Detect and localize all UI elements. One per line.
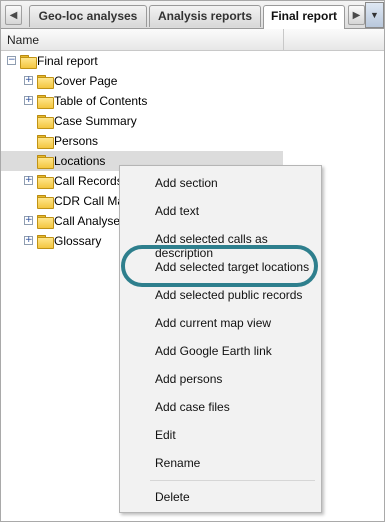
tab-geo-loc-analyses[interactable]: Geo-loc analyses xyxy=(29,5,147,27)
tree-item-label: CDR Call Map xyxy=(54,194,119,208)
tree-item-label: Persons xyxy=(54,134,99,148)
expand-icon[interactable]: + xyxy=(24,236,33,245)
folder-icon xyxy=(37,235,54,249)
tree-item-glossary[interactable]: + Glossary xyxy=(1,231,119,251)
tree-item-table-of-contents[interactable]: + Table of Contents xyxy=(1,91,283,111)
menu-item-label: Add text xyxy=(155,204,200,218)
menu-item-label: Rename xyxy=(155,456,201,470)
context-menu: Add section Add text Add selected calls … xyxy=(119,165,322,513)
tree-item-cdr-call-map[interactable]: CDR Call Map xyxy=(1,191,119,211)
tree-item-call-records[interactable]: + Call Records xyxy=(1,171,123,191)
tree-root[interactable]: − Final report xyxy=(1,51,283,71)
folder-icon xyxy=(37,95,54,109)
tree-item-persons[interactable]: Persons xyxy=(1,131,283,151)
folder-icon xyxy=(37,215,54,229)
folder-icon xyxy=(37,175,54,189)
tree-item-call-analyses[interactable]: + Call Analyses xyxy=(1,211,119,231)
highlight-annotation xyxy=(121,245,318,287)
menu-item-add-current-map-view[interactable]: Add current map view xyxy=(120,308,321,336)
menu-item-label: Add case files xyxy=(155,400,230,414)
menu-item-add-case-files[interactable]: Add case files xyxy=(120,392,321,420)
folder-icon xyxy=(37,115,54,129)
tree-item-label: Table of Contents xyxy=(54,94,148,108)
arrow-left-icon[interactable]: ◀ xyxy=(5,5,22,25)
menu-item-label: Add section xyxy=(155,176,218,190)
menu-item-edit[interactable]: Edit xyxy=(120,420,321,448)
folder-icon xyxy=(37,195,54,209)
tree-item-label: Case Summary xyxy=(54,114,137,128)
tree-item-cover-page[interactable]: + Cover Page xyxy=(1,71,283,91)
column-header[interactable]: Name xyxy=(1,29,384,51)
menu-item-label: Add Google Earth link xyxy=(155,344,272,358)
menu-separator xyxy=(150,480,315,481)
menu-item-label: Add selected public records xyxy=(155,288,303,302)
expand-icon[interactable]: + xyxy=(24,76,33,85)
menu-item-label: Add current map view xyxy=(155,316,272,330)
collapse-icon[interactable]: − xyxy=(7,56,16,65)
folder-icon xyxy=(37,75,54,89)
tree-item-label: Locations xyxy=(54,154,106,168)
menu-item-add-text[interactable]: Add text xyxy=(120,196,321,224)
tree-item-label: Cover Page xyxy=(54,74,118,88)
tree-item-case-summary[interactable]: Case Summary xyxy=(1,111,283,131)
tree-item-label: Call Analyses xyxy=(54,214,119,228)
tab-analysis-reports[interactable]: Analysis reports xyxy=(149,5,261,27)
folder-icon xyxy=(37,155,54,169)
tab-final-report[interactable]: Final report xyxy=(263,5,345,29)
folder-icon xyxy=(37,135,54,149)
menu-item-label: Add persons xyxy=(155,372,223,386)
folder-icon xyxy=(20,55,37,69)
expand-icon[interactable]: + xyxy=(24,176,33,185)
tree-root-label: Final report xyxy=(37,54,98,68)
tree-item-label: Call Records xyxy=(54,174,123,188)
report-panel: ◀ Geo-loc analyses Analysis reports Fina… xyxy=(0,0,385,522)
chevron-down-icon[interactable]: ▼ xyxy=(365,2,384,28)
menu-item-add-persons[interactable]: Add persons xyxy=(120,364,321,392)
column-divider[interactable] xyxy=(283,29,284,50)
expand-icon[interactable]: + xyxy=(24,96,33,105)
menu-item-delete[interactable]: Delete xyxy=(120,482,321,510)
expand-icon[interactable]: + xyxy=(24,216,33,225)
tree-item-label: Glossary xyxy=(54,234,102,248)
menu-item-label: Delete xyxy=(155,490,190,504)
menu-item-add-google-earth-link[interactable]: Add Google Earth link xyxy=(120,336,321,364)
menu-item-add-section[interactable]: Add section xyxy=(120,168,321,196)
menu-item-label: Edit xyxy=(155,428,176,442)
arrow-right-icon[interactable]: ▶ xyxy=(348,5,365,25)
menu-item-rename[interactable]: Rename xyxy=(120,448,321,476)
column-header-name: Name xyxy=(7,33,40,47)
tab-strip: ◀ Geo-loc analyses Analysis reports Fina… xyxy=(1,1,384,29)
